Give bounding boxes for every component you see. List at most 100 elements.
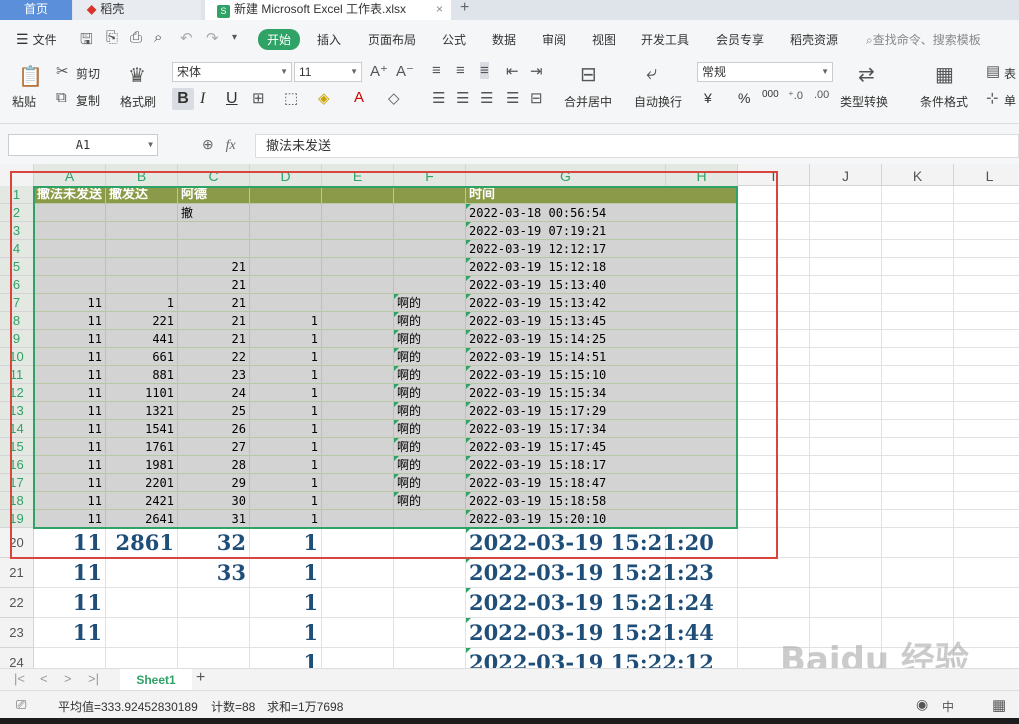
empty-cell[interactable] [954,456,1019,474]
data-cell[interactable]: 1 [250,384,322,402]
data-cell[interactable]: 661 [106,348,178,366]
datetime-cell[interactable]: 2022-03-19 15:13:40 [466,276,738,294]
cut-icon[interactable]: ✂ [56,62,69,80]
data-cell[interactable]: 32 [178,528,250,558]
empty-cell[interactable] [738,258,810,276]
data-cell[interactable] [106,276,178,294]
tab-docer[interactable]: ◆ 稻壳 [73,0,201,20]
data-cell[interactable]: 1 [250,588,322,618]
data-cell[interactable] [322,474,394,492]
empty-cell[interactable] [738,366,810,384]
first-sheet-icon[interactable]: |< [14,671,25,686]
cell-button[interactable]: 单 [1004,92,1016,109]
empty-cell[interactable] [954,276,1019,294]
empty-cell[interactable] [882,204,954,222]
data-cell[interactable]: 1 [250,456,322,474]
empty-cell[interactable] [738,222,810,240]
data-cell[interactable]: 11 [34,420,106,438]
menu-formulas[interactable]: 公式 [442,31,466,48]
empty-cell[interactable] [882,402,954,420]
format-painter-button[interactable]: 格式刷 [120,93,156,110]
italic-button[interactable]: I [200,90,205,108]
data-cell[interactable]: 11 [34,294,106,312]
data-cell[interactable]: 啊的 [394,474,466,492]
data-cell[interactable] [394,204,466,222]
data-cell[interactable]: 啊的 [394,348,466,366]
zoom-formula-icon[interactable]: ⊕ [202,136,214,152]
row-header[interactable]: 11 [0,366,34,384]
data-cell[interactable]: 1321 [106,402,178,420]
data-cell[interactable]: 26 [178,420,250,438]
data-cell[interactable] [322,558,394,588]
data-cell[interactable] [178,222,250,240]
datetime-cell[interactable]: 2022-03-19 15:22:12 [466,648,714,668]
data-cell[interactable] [250,204,322,222]
data-cell[interactable]: 11 [34,402,106,420]
empty-cell[interactable] [882,510,954,528]
data-cell[interactable] [178,648,250,668]
redo-icon[interactable]: ↷ [206,29,219,47]
data-cell[interactable] [106,558,178,588]
menu-review[interactable]: 审阅 [542,31,566,48]
header-cell[interactable] [394,186,466,204]
data-cell[interactable]: 23 [178,366,250,384]
align-right-icon[interactable]: ☰ [480,89,493,107]
data-cell[interactable] [738,648,810,668]
data-cell[interactable]: 25 [178,402,250,420]
data-cell[interactable]: 啊的 [394,366,466,384]
percent-button[interactable]: % [738,90,750,106]
data-cell[interactable]: 1 [250,492,322,510]
empty-cell[interactable] [882,456,954,474]
justify-icon[interactable]: ☰ [506,89,519,107]
datetime-cell[interactable]: 2022-03-19 15:18:47 [466,474,738,492]
datetime-cell[interactable]: 2022-03-19 15:17:29 [466,402,738,420]
data-cell[interactable] [882,618,954,648]
prev-sheet-icon[interactable]: < [40,671,48,686]
data-cell[interactable]: 啊的 [394,420,466,438]
empty-cell[interactable] [738,348,810,366]
empty-cell[interactable] [882,420,954,438]
data-cell[interactable] [322,510,394,528]
fill-color-icon[interactable]: ◈ [318,89,330,107]
data-cell[interactable]: 啊的 [394,492,466,510]
data-cell[interactable]: 11 [34,528,106,558]
datetime-cell[interactable]: 2022-03-19 15:21:24 [466,588,714,618]
data-cell[interactable]: 441 [106,330,178,348]
data-cell[interactable] [954,618,1019,648]
data-cell[interactable]: 1 [250,618,322,648]
data-cell[interactable]: 1 [250,330,322,348]
data-cell[interactable]: 2861 [106,528,178,558]
data-cell[interactable]: 1 [250,510,322,528]
data-cell[interactable]: 2201 [106,474,178,492]
increase-font-icon[interactable]: A⁺ [370,62,388,80]
wrap-text-button[interactable]: 自动换行 [634,93,682,110]
paste-button[interactable]: 粘贴 [12,93,36,110]
datetime-cell[interactable]: 2022-03-19 15:14:51 [466,348,738,366]
data-cell[interactable]: 21 [178,258,250,276]
row-header[interactable]: 3 [0,222,34,240]
row-header[interactable]: 1 [0,186,34,204]
empty-cell[interactable] [810,438,882,456]
data-cell[interactable] [394,558,466,588]
sheet-tab-sheet1[interactable]: Sheet1 [120,669,192,691]
data-cell[interactable] [250,240,322,258]
data-cell[interactable] [738,618,810,648]
datetime-cell[interactable]: 2022-03-19 15:15:34 [466,384,738,402]
data-cell[interactable]: 24 [178,384,250,402]
empty-cell[interactable] [954,222,1019,240]
data-cell[interactable]: 21 [178,330,250,348]
indent-decrease-icon[interactable]: ⇤ [506,62,519,80]
empty-cell[interactable] [810,510,882,528]
data-cell[interactable]: 1 [250,474,322,492]
empty-cell[interactable] [954,204,1019,222]
align-middle-icon[interactable]: ≡ [456,62,465,79]
row-header[interactable]: 14 [0,420,34,438]
data-cell[interactable] [106,648,178,668]
data-cell[interactable]: 11 [34,348,106,366]
empty-cell[interactable] [738,420,810,438]
last-sheet-icon[interactable]: >| [88,671,99,686]
data-cell[interactable] [810,648,882,668]
data-cell[interactable] [322,276,394,294]
data-cell[interactable]: 啊的 [394,438,466,456]
datetime-cell[interactable]: 2022-03-19 15:15:10 [466,366,738,384]
